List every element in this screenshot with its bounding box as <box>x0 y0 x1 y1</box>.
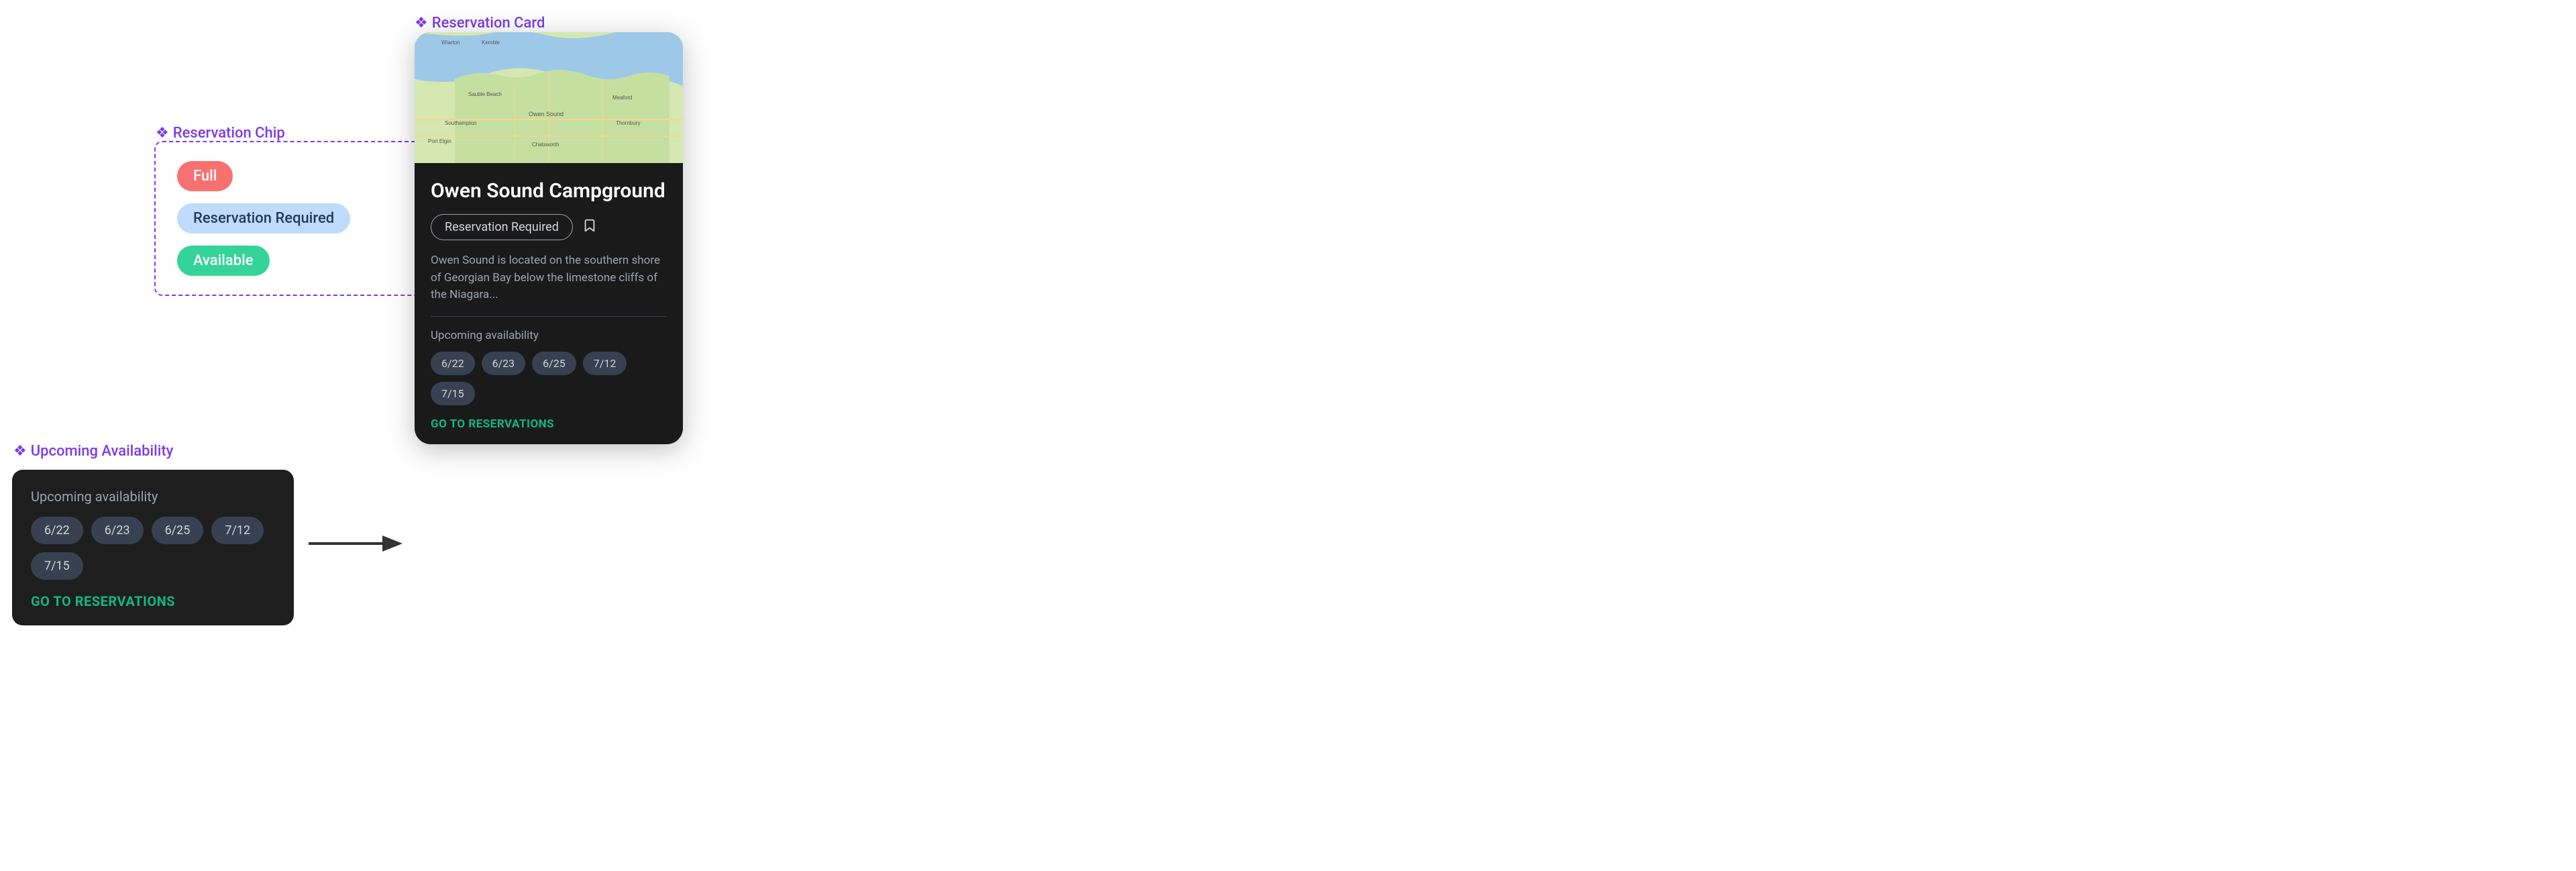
upcoming-section-label: ❖ Upcoming Availability <box>13 443 173 460</box>
svg-text:Chatsworth: Chatsworth <box>532 142 559 148</box>
card-date-chip-1[interactable]: 6/22 <box>431 352 475 375</box>
go-reservations-button[interactable]: GO TO RESERVATIONS <box>31 593 275 609</box>
svg-text:Kemble: Kemble <box>482 40 500 46</box>
card-date-chip-3[interactable]: 6/25 <box>532 352 576 375</box>
card-title: Owen Sound Campground <box>431 179 667 203</box>
date-chip-1[interactable]: 6/22 <box>31 517 83 544</box>
svg-text:Port Elgin: Port Elgin <box>428 138 451 144</box>
diamond-icon: ❖ <box>156 125 169 142</box>
card-chips-row: Reservation Required <box>431 214 667 240</box>
card-date-chip-5[interactable]: 7/15 <box>431 382 475 405</box>
arrow-upcoming-to-card <box>309 530 402 557</box>
chip-full[interactable]: Full <box>177 161 233 191</box>
date-chip-5[interactable]: 7/15 <box>31 552 83 580</box>
chip-reservation-required[interactable]: Reservation Required <box>177 203 350 234</box>
reservation-card: Owen Sound Sauble Beach Meaford Southamp… <box>415 32 683 444</box>
card-section-label: ❖ Reservation Card <box>415 15 545 32</box>
date-chips-row: 6/22 6/23 6/25 7/12 7/15 <box>31 517 275 580</box>
card-description: Owen Sound is located on the southern sh… <box>431 252 667 304</box>
date-chip-4[interactable]: 7/12 <box>211 517 264 544</box>
card-content: Owen Sound Campground Reservation Requir… <box>415 163 683 444</box>
card-upcoming-title: Upcoming availability <box>431 329 667 342</box>
date-chip-3[interactable]: 6/25 <box>152 517 204 544</box>
card-date-chip-2[interactable]: 6/23 <box>482 352 526 375</box>
card-go-reservations-button[interactable]: GO TO RESERVATIONS <box>431 417 667 431</box>
upcoming-title: Upcoming availability <box>31 489 275 505</box>
svg-text:Meaford: Meaford <box>612 95 632 101</box>
diamond-icon-2: ❖ <box>13 443 27 460</box>
svg-text:Thornbury: Thornbury <box>616 120 640 126</box>
date-chip-2[interactable]: 6/23 <box>91 517 144 544</box>
card-date-chip-4[interactable]: 7/12 <box>583 352 627 375</box>
chip-section-label: ❖ Reservation Chip <box>156 125 285 142</box>
svg-text:Wiarton: Wiarton <box>441 40 460 46</box>
card-divider <box>431 316 667 317</box>
diamond-icon-3: ❖ <box>415 15 428 32</box>
card-map: Owen Sound Sauble Beach Meaford Southamp… <box>415 32 683 163</box>
svg-text:Sauble Beach: Sauble Beach <box>468 91 502 97</box>
card-reservation-chip[interactable]: Reservation Required <box>431 214 573 240</box>
card-date-chips-row: 6/22 6/23 6/25 7/12 7/15 <box>431 352 667 405</box>
upcoming-box: Upcoming availability 6/22 6/23 6/25 7/1… <box>12 470 294 625</box>
chip-box: Full Reservation Required Available <box>154 141 423 296</box>
svg-text:Southampton: Southampton <box>445 120 477 126</box>
chip-available[interactable]: Available <box>177 246 270 276</box>
bookmark-icon[interactable] <box>582 218 597 237</box>
svg-text:Owen Sound: Owen Sound <box>529 111 564 117</box>
